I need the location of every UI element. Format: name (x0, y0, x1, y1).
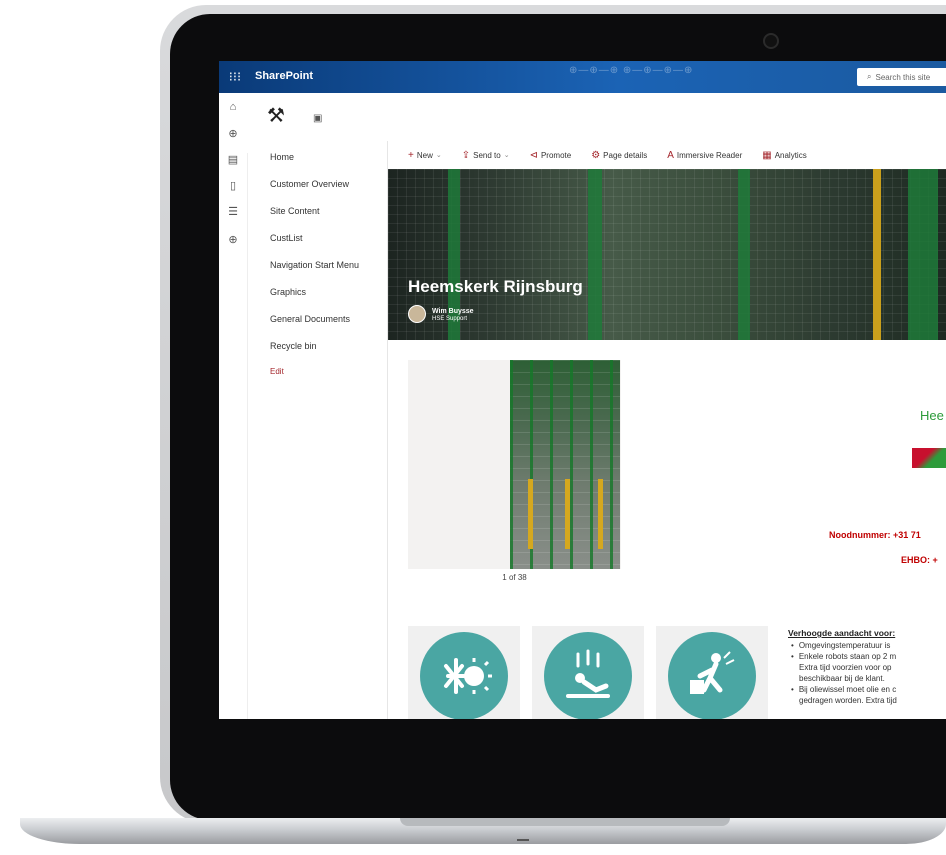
page-details-button[interactable]: ⚙ Page details (591, 150, 647, 161)
hazard-tile (532, 626, 644, 719)
app-launcher-icon[interactable]: ⁝⁝⁝ (219, 61, 251, 93)
hero-yellow-post (873, 169, 881, 340)
screen: ⁝⁝⁝ SharePoint ⊕—⊕—⊕ ⊕—⊕—⊕—⊕ ⌕ Search th… (219, 61, 946, 719)
photo-post (598, 479, 603, 549)
search-box[interactable]: ⌕ Search this site (857, 68, 946, 86)
image-gallery[interactable] (408, 360, 621, 569)
chevron-down-icon: ⌄ (435, 152, 442, 159)
megaphone-icon: ⊲ (529, 149, 538, 161)
document-icon[interactable]: ▯ (225, 179, 241, 193)
list-item: Omgevingstemperatuur is (788, 640, 946, 651)
news-icon[interactable]: ▤ (225, 153, 241, 167)
send-to-label: Send to (473, 150, 501, 160)
sharepoint-brand[interactable]: SharePoint (255, 70, 313, 82)
emergency-number: Noodnummer: +31 71 (829, 530, 921, 540)
attention-list: Omgevingstemperatuur is Enkele robots st… (788, 640, 946, 706)
author-name: Wim Buysse (432, 307, 474, 315)
list-item-continued: beschikbaar bij de klant. (799, 674, 885, 683)
share-icon: ⇪ (461, 149, 471, 161)
nav-item-customer-overview[interactable]: Customer Overview (270, 179, 349, 189)
new-button[interactable]: + New ⌄ (408, 150, 442, 161)
gallery-photo[interactable] (510, 360, 620, 569)
plus-icon: + (408, 149, 414, 161)
analytics-icon: ▦ (762, 149, 772, 161)
create-icon[interactable]: ⊕ (225, 233, 241, 247)
reader-icon: A (667, 149, 674, 161)
nav-item-navigation-start-menu[interactable]: Navigation Start Menu (270, 260, 359, 270)
home-icon[interactable]: ⌂ (225, 101, 241, 115)
list-item: Enkele robots staan op 2 m (788, 651, 946, 662)
list-item: Bij oliewissel moet olie en c (788, 684, 946, 695)
new-label: New (416, 150, 433, 160)
page-details-label: Page details (603, 150, 648, 160)
hero-beam (588, 169, 602, 340)
page-content: + New ⌄ ⇪ Send to ⌄ ⊲ Promote ⚙ Page det… (387, 141, 946, 719)
teams-icon[interactable]: ▣ (313, 113, 322, 124)
nav-item-graphics[interactable]: Graphics (270, 287, 306, 297)
hazard-tile (656, 626, 768, 719)
list-item-continued: gedragen worden. Extra tijd (799, 696, 897, 705)
nav-item-recycle-bin[interactable]: Recycle bin (270, 341, 317, 351)
first-aid-number: EHBO: + (901, 555, 938, 565)
hazard-icons (408, 626, 768, 719)
hero-banner: Heemskerk Rijnsburg Wim Buysse HSE Suppo… (388, 169, 946, 340)
nav-item-site-content[interactable]: Site Content (270, 206, 320, 216)
command-bar: + New ⌄ ⇪ Send to ⌄ ⊲ Promote ⚙ Page det… (388, 141, 946, 169)
hazard-tile (408, 626, 520, 719)
globe-icon[interactable]: ⊕ (225, 127, 241, 141)
hero-beam (908, 169, 938, 340)
header-decoration: ⊕—⊕—⊕ ⊕—⊕—⊕—⊕ (569, 65, 694, 76)
search-icon: ⌕ (867, 72, 872, 81)
laptop-base (20, 818, 946, 844)
chevron-down-icon: ⌄ (503, 152, 510, 159)
base-indent (517, 839, 529, 841)
avatar (408, 305, 426, 323)
suite-bar: ⁝⁝⁝ SharePoint ⊕—⊕—⊕ ⊕—⊕—⊕—⊕ ⌕ Search th… (219, 61, 946, 93)
app-rail: ⌂ ⊕ ▤ ▯ ☰ ⊕ (219, 93, 248, 719)
base-hinge (400, 818, 730, 826)
promote-button[interactable]: ⊲ Promote (530, 150, 572, 161)
photo-post (565, 479, 570, 549)
list-item-continued: Extra tijd voorzien voor op (799, 663, 892, 672)
immersive-reader-button[interactable]: A Immersive Reader (667, 150, 742, 161)
falling-hazard-icon (544, 632, 632, 719)
nav-item-custlist[interactable]: CustList (270, 233, 303, 243)
photo-post (528, 479, 533, 549)
send-to-button[interactable]: ⇪ Send to ⌄ (462, 150, 510, 161)
gallery-counter: 1 of 38 (502, 573, 527, 582)
lifting-hazard-icon (668, 632, 756, 719)
client-logo (912, 448, 946, 468)
nav-item-general-documents[interactable]: General Documents (270, 314, 350, 324)
author-byline[interactable]: Wim Buysse HSE Support (408, 305, 474, 323)
temperature-hazard-icon (420, 632, 508, 719)
immersive-reader-label: Immersive Reader (676, 150, 743, 160)
search-placeholder: Search this site (875, 72, 931, 82)
author-role: HSE Support (432, 315, 468, 322)
analytics-label: Analytics (774, 150, 807, 160)
left-navigation: Home Customer Overview Site Content Cust… (247, 141, 387, 719)
nav-item-home[interactable]: Home (270, 152, 294, 162)
webcam (763, 33, 779, 49)
page-title: Heemskerk Rijnsburg (408, 277, 583, 296)
attention-heading: Verhoogde aandacht voor: (788, 628, 896, 638)
site-logo-icon[interactable]: ⚒ (267, 103, 285, 128)
promote-label: Promote (540, 150, 572, 160)
hero-beam (738, 169, 750, 340)
contact-panel: Hee Noodnummer: +31 71 EHBO: + (808, 360, 946, 580)
list-icon[interactable]: ☰ (225, 205, 241, 219)
analytics-button[interactable]: ▦ Analytics (762, 150, 806, 161)
nav-edit-link[interactable]: Edit (270, 367, 284, 376)
client-brand-text: Hee (920, 408, 944, 423)
gear-icon: ⚙ (591, 149, 601, 161)
